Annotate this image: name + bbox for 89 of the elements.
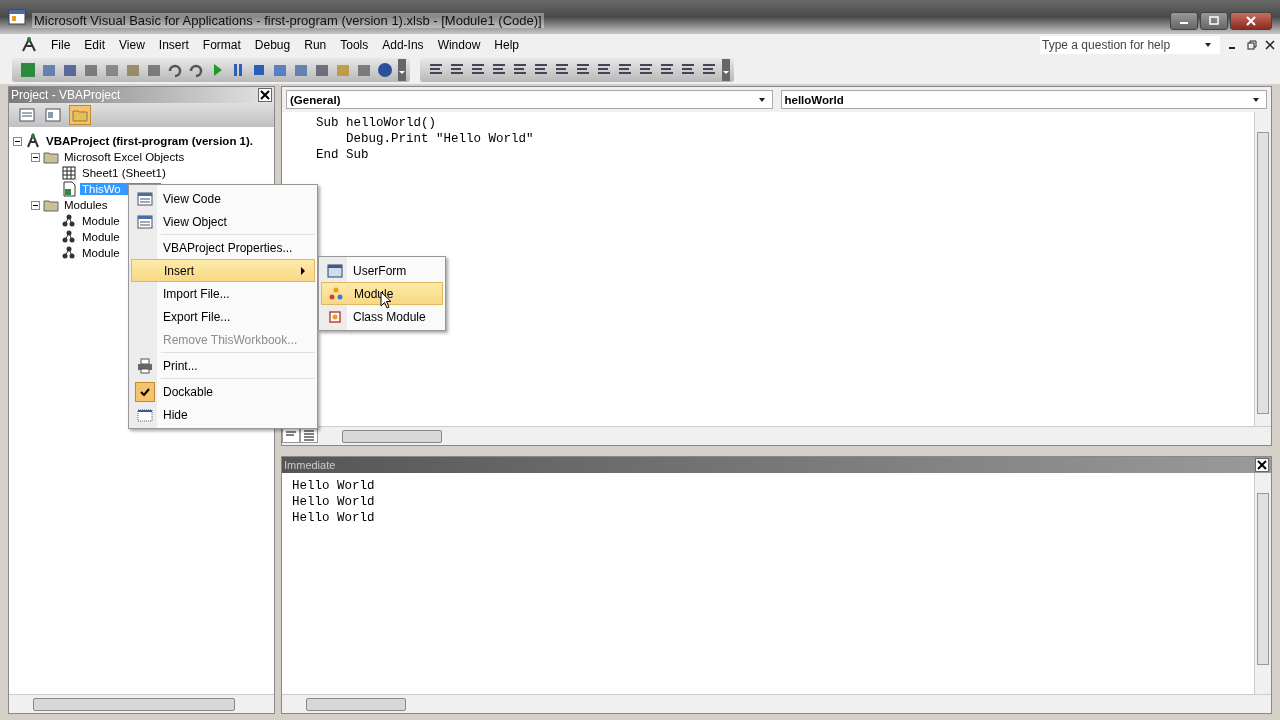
tree-item[interactable]: Module [80,247,122,259]
menu-item[interactable]: File [44,38,78,52]
module-icon [61,245,77,261]
help-icon[interactable] [377,62,393,78]
maximize-button[interactable] [1200,12,1228,30]
menu-item[interactable]: Hide [131,403,315,426]
project-icon [25,133,41,149]
procedure-dropdown[interactable]: helloWorld [780,90,1267,109]
toggle-folders-button[interactable] [69,105,91,125]
collapse-icon[interactable] [31,200,40,210]
menu-item[interactable]: Print... [131,354,315,377]
dropdown-arrow-icon [1252,95,1260,104]
code-icon [137,190,153,207]
toolbar-options-icon[interactable] [722,59,730,81]
close-icon [260,90,270,100]
code-line: End Sub [316,148,369,164]
lines-icon [303,429,315,441]
stop-icon[interactable] [251,62,267,78]
output-line: Hello World [292,479,375,495]
minimize-button[interactable] [1170,12,1198,30]
menu-item[interactable]: Edit [77,38,113,52]
menu-item[interactable]: Insert [151,38,196,52]
dropdown-arrow-icon [757,95,766,104]
workbook-icon [61,181,77,197]
output-line: Hello World [292,511,375,527]
close-button[interactable] [1230,12,1272,30]
code-line: Sub helloWorld() [316,116,437,132]
code-icon [19,107,35,123]
menu-item[interactable]: Run [297,38,334,52]
horizontal-scrollbar[interactable] [9,694,274,713]
close-button[interactable] [258,88,272,102]
folder-icon [72,107,88,123]
tree-item[interactable]: Microsoft Excel Objects [62,151,187,163]
menu-item[interactable]: Import File... [131,282,315,305]
horizontal-scrollbar[interactable] [282,694,1271,713]
immediate-output[interactable]: Hello World Hello World Hello World [282,473,1254,694]
collapse-icon[interactable] [31,152,40,162]
window-title: Microsoft Visual Basic for Applications - first-program (version 1).xlsb - [Module1 (Code)] [32,12,544,28]
app-icon [8,8,26,26]
submenu-arrow-icon [300,266,306,275]
menu-item[interactable]: UserForm [321,259,443,282]
menu-item[interactable]: Help [487,38,526,52]
tree-item[interactable]: Module [80,231,122,243]
close-icon [1246,16,1256,26]
collapse-icon[interactable] [13,136,22,146]
printer-icon [137,357,153,374]
menu-item[interactable]: Export File... [131,305,315,328]
window-icon [137,406,153,423]
object-dropdown[interactable]: (General) [286,90,773,109]
output-line: Hello World [292,495,375,511]
code-line: Debug.Print "Hello World" [345,132,534,148]
module-icon [61,213,77,229]
pane-title: Project - VBAProject [11,88,121,102]
menu-item[interactable]: Window [430,38,488,52]
menu-item[interactable]: View Object [131,210,315,233]
menu-item[interactable]: Format [195,38,248,52]
close-icon [1257,460,1267,470]
minimize-icon [1229,47,1235,49]
tree-item[interactable]: Modules [62,199,110,211]
redo-icon[interactable] [188,62,204,78]
restore-icon [1247,40,1257,50]
menu-item[interactable]: Class Module [321,305,443,328]
menu-item[interactable]: Dockable [131,380,315,403]
module-icon [61,229,77,245]
close-icon [1265,40,1275,50]
menu-item[interactable]: Tools [333,38,376,52]
dropdown-arrow-icon[interactable] [1204,41,1212,49]
menu-item[interactable]: View [112,38,152,52]
tree-item[interactable]: VBAProject (first-program (version 1). [44,135,256,147]
tree-item[interactable]: Module [80,215,122,227]
toolbar-options-icon[interactable] [398,59,406,81]
class-icon [327,308,343,325]
restore-button[interactable] [1244,37,1260,53]
folder-icon [43,197,59,213]
help-search-field[interactable]: Type a question for help [1040,36,1220,54]
menu-item[interactable]: Debug [247,38,298,52]
module-icon [328,285,344,302]
close-button[interactable] [1255,458,1269,472]
maximize-icon [1209,16,1219,26]
vertical-scrollbar[interactable] [1254,473,1271,694]
undo-icon[interactable] [167,62,183,78]
pane-title: Immediate [284,459,336,471]
menu-item[interactable]: Add-Ins [375,38,431,52]
sheet-icon [61,165,77,181]
vba-icon[interactable] [20,36,38,54]
tree-item[interactable]: Sheet1 (Sheet1) [80,167,168,179]
vertical-scrollbar[interactable] [1254,112,1271,426]
menu-item[interactable]: VBAProject Properties... [131,236,315,259]
folder-icon [43,149,59,165]
